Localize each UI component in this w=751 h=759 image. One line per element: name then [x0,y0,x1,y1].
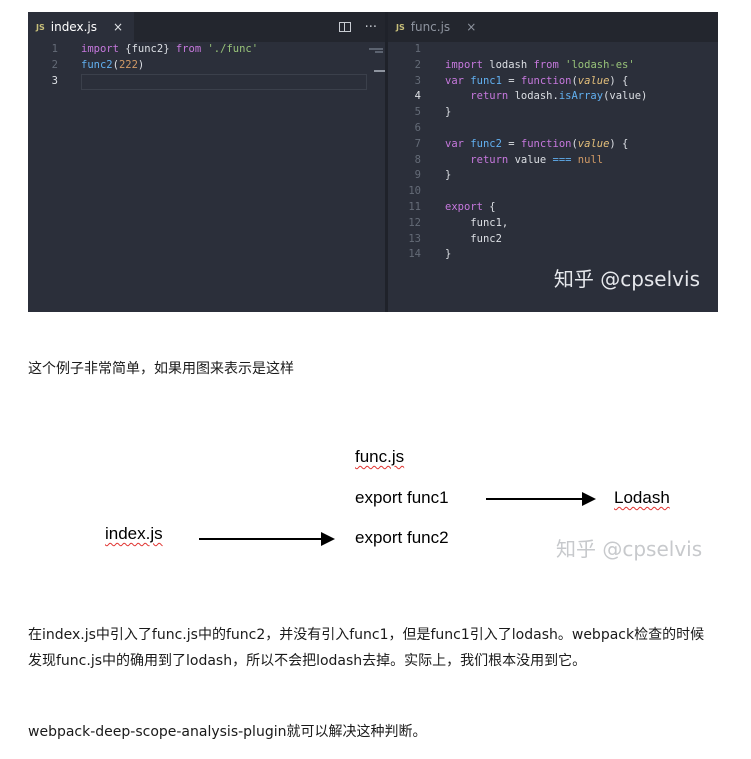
code-text: var func1 = function(value) { [445,74,629,87]
code-text: var func2 = function(value) { [445,137,629,150]
tab-label: func.js [410,20,451,34]
code-area-index[interactable]: 1 import {func2} from './func' 2 func2(222)… [28,42,385,90]
code-line[interactable]: 3 var func1 = function(value) { [388,74,718,90]
func-js-label: func.js [355,447,405,466]
code-text: func1, [470,216,509,229]
tab-index-js[interactable]: JS index.js × [28,12,134,42]
code-line[interactable]: 1 [388,42,718,58]
scroll-indicator [374,70,385,72]
current-line-highlight [81,73,367,90]
tab-func-js[interactable]: JS func.js × [388,12,494,42]
code-text: func2 [470,232,502,245]
export-func2-label: export func2 [355,528,449,547]
line-number: 10 [408,185,421,198]
index-js-label: index.js [105,524,163,543]
arrow-func1-to-lodash [486,492,596,506]
line-number: 1 [51,43,58,55]
code-line[interactable]: 8 return value === null [388,153,718,169]
code-text: return value === null [470,153,604,166]
line-number: 4 [414,90,421,103]
watermark: 知乎 @cpselvis [553,267,700,291]
minimap [367,42,385,112]
line-number: 3 [51,74,58,87]
code-text: } [445,169,452,182]
line-number: 7 [414,137,421,150]
line-number: 8 [414,153,421,166]
tab-label: index.js [50,20,97,34]
intro-paragraph: 这个例子非常简单，如果用图来表示是这样 [28,361,294,377]
export-func1-label: export func1 [355,488,449,507]
code-line[interactable]: 13 func2 [388,232,718,248]
code-text: import {func2} from './func' [81,43,259,55]
code-text: export { [445,200,496,213]
code-text: } [445,106,452,119]
code-line[interactable]: 2 func2(222) [28,58,385,74]
code-line[interactable]: 4 return lodash.isArray(value) [388,89,718,105]
code-line[interactable]: 12 func1, [388,216,718,232]
code-line[interactable]: 14} [388,247,718,263]
tab-bar-right: JS func.js × [388,12,718,42]
line-number: 2 [414,58,421,71]
close-icon[interactable]: × [113,20,123,34]
editor-pane-index: JS index.js × ··· 1 import {func2} from '… [28,12,385,312]
line-number: 6 [414,121,421,134]
line-number: 5 [414,106,421,119]
watermark: 知乎 @cpselvis [556,537,703,561]
line-number: 9 [414,169,421,182]
line-number: 3 [414,74,421,87]
lodash-label: Lodash [614,488,670,507]
code-line[interactable]: 5} [388,105,718,121]
code-text: } [445,248,452,261]
close-icon[interactable]: × [466,20,476,34]
line-number: 12 [408,216,421,229]
split-editor-icon[interactable] [338,22,351,32]
plugin-paragraph: webpack-deep-scope-analysis-plugin就可以解决这… [28,724,427,740]
line-number: 11 [408,200,421,213]
code-text: func2(222) [81,58,145,71]
code-text: import lodash from 'lodash-es' [445,58,635,71]
tab-bar-left: JS index.js × ··· [28,12,385,42]
line-number: 13 [408,232,421,245]
code-editor-screenshot: JS index.js × ··· 1 import {func2} from '… [28,12,718,312]
explanation-paragraph: 在index.js中引入了func.js中的func2，并没有引入func1，但… [28,627,705,669]
arrow-index-to-func2 [199,532,335,546]
code-line[interactable]: 7 var func2 = function(value) { [388,137,718,153]
code-line[interactable]: 11 export { [388,200,718,216]
code-line[interactable]: 2 import lodash from 'lodash-es' [388,58,718,74]
code-text: return lodash.isArray(value) [470,90,648,103]
code-line[interactable]: 3 [28,73,385,90]
line-number: 2 [51,58,58,71]
js-file-icon: JS [36,22,45,32]
line-number: 14 [408,248,421,261]
code-line[interactable]: 10 [388,184,718,200]
line-number: 1 [414,43,421,55]
js-file-icon: JS [396,22,405,32]
code-area-func[interactable]: 1 2 import lodash from 'lodash-es' 3 var fun… [388,42,718,263]
more-actions-icon[interactable]: ··· [365,20,377,35]
code-line[interactable]: 9} [388,168,718,184]
code-line[interactable]: 1 import {func2} from './func' [28,42,385,58]
code-line[interactable]: 6 [388,121,718,137]
editor-actions: ··· [338,12,377,42]
